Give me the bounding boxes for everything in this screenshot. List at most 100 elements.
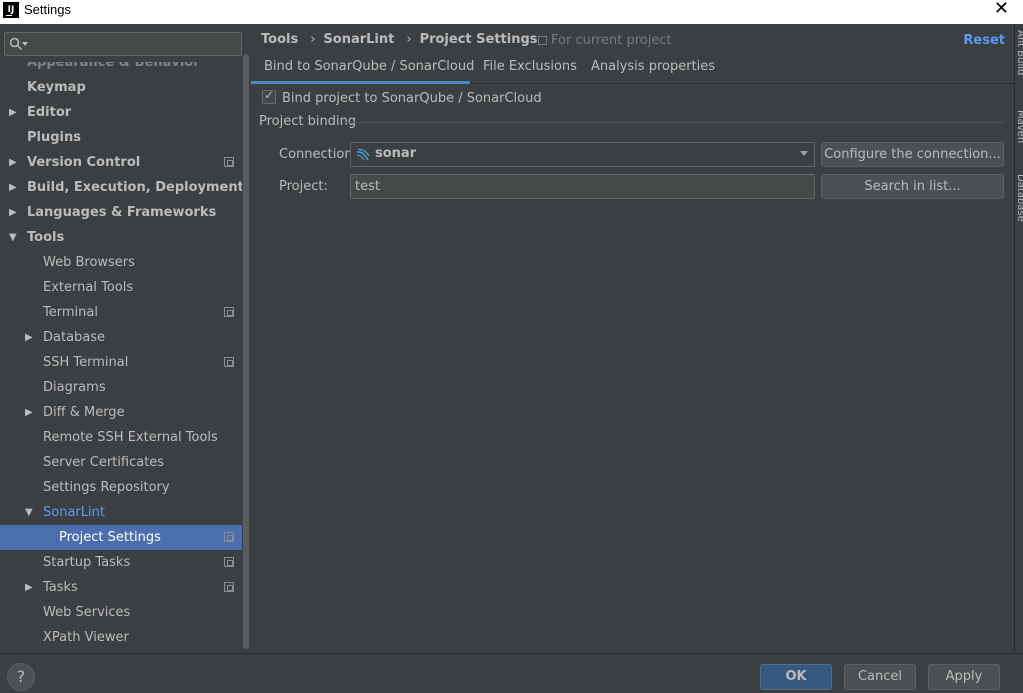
tree-item-label: Startup Tasks [43, 555, 131, 570]
project-binding-title: Project binding [259, 114, 357, 129]
bind-project-checkbox[interactable] [262, 88, 276, 104]
tree-item-version-control[interactable]: ▶ Version Control [0, 150, 242, 175]
bind-project-label: Bind project to SonarQube / SonarCloud [282, 91, 542, 106]
tree-item-sonarlint[interactable]: ▼ SonarLint [0, 500, 242, 525]
search-in-list-button[interactable]: Search in list... [821, 174, 1004, 199]
tree-item-plugins[interactable]: Plugins [0, 125, 242, 150]
tree-item-label: Appearance & Behavior [27, 62, 200, 70]
project-key-input[interactable]: test [350, 174, 815, 199]
project-scope-icon [224, 582, 234, 592]
sidebar-scrollbar[interactable] [242, 24, 250, 653]
tree-item-diff-merge[interactable]: ▶ Diff & Merge [0, 400, 242, 425]
tree-item-editor[interactable]: ▶ Editor [0, 100, 242, 125]
tree-item-diagrams[interactable]: Diagrams [0, 375, 242, 400]
connection-value: sonar [375, 146, 417, 161]
breadcrumb-separator: › [406, 32, 412, 47]
tree-item-tools[interactable]: ▼ Tools [0, 225, 242, 250]
sonarqube-icon [356, 148, 370, 161]
project-scope-icon [224, 307, 234, 317]
close-icon[interactable]: ✕ [994, 0, 1009, 18]
tree-item-build-execution-deployment[interactable]: ▶ Build, Execution, Deployment [0, 175, 242, 200]
tree-item-label: Project Settings [59, 530, 161, 545]
tree-item-web-browsers[interactable]: Web Browsers [0, 250, 242, 275]
tree-item-label: Web Services [43, 605, 131, 620]
project-scope-icon [224, 557, 234, 567]
expand-arrow-icon[interactable]: ▶ [25, 400, 33, 425]
tree-item-settings-repository[interactable]: Settings Repository [0, 475, 242, 500]
tree-item-ssh-terminal[interactable]: SSH Terminal [0, 350, 242, 375]
help-button[interactable]: ? [7, 663, 35, 691]
breadcrumb-sonarlint: SonarLint [323, 32, 395, 47]
settings-search-input[interactable] [4, 32, 242, 56]
settings-sidebar: Appearance & Behavior Keymap ▶ Editor Pl… [0, 24, 250, 653]
maven-tab[interactable]: Maven [1015, 110, 1023, 143]
tab-analysis-properties[interactable]: Analysis properties [591, 54, 715, 84]
tree-item-project-settings[interactable]: Project Settings [0, 525, 242, 550]
tree-item-label: Settings Repository [43, 480, 170, 495]
tree-item-startup-tasks[interactable]: Startup Tasks [0, 550, 242, 575]
for-current-project-note: For current project [538, 33, 672, 48]
breadcrumb-tools: Tools [261, 32, 299, 47]
project-scope-icon [224, 357, 234, 367]
configure-connection-button[interactable]: Configure the connection... [821, 142, 1004, 167]
tree-item-remote-ssh-external-tools[interactable]: Remote SSH External Tools [0, 425, 242, 450]
expand-arrow-icon[interactable]: ▶ [9, 100, 17, 125]
tree-item-label: Web Browsers [43, 255, 135, 270]
tree-item-label: Remote SSH External Tools [43, 430, 218, 445]
tree-item-appearance[interactable]: Appearance & Behavior [0, 62, 242, 75]
expand-arrow-icon[interactable]: ▶ [9, 150, 17, 175]
tree-item-server-certificates[interactable]: Server Certificates [0, 450, 242, 475]
dialog-footer: ? OK Cancel Apply [0, 653, 1023, 693]
ant-build-tab[interactable]: Ant Build [1015, 30, 1023, 75]
tree-item-label: Build, Execution, Deployment [27, 180, 242, 195]
apply-button[interactable]: Apply [928, 664, 1000, 690]
expand-arrow-icon[interactable]: ▶ [9, 175, 17, 200]
tree-item-xpath-viewer[interactable]: XPath Viewer [0, 625, 242, 650]
tab-file-exclusions[interactable]: File Exclusions [483, 54, 577, 84]
expand-arrow-icon[interactable]: ▶ [9, 200, 17, 225]
search-dropdown-icon[interactable] [22, 42, 28, 46]
tree-item-languages-frameworks[interactable]: ▶ Languages & Frameworks [0, 200, 242, 225]
tree-item-label: External Tools [43, 280, 134, 295]
expand-arrow-icon[interactable]: ▶ [25, 575, 33, 600]
tree-item-web-services[interactable]: Web Services [0, 600, 242, 625]
tree-item-external-tools[interactable]: External Tools [0, 275, 242, 300]
tab-bind-to-sonarqube[interactable]: Bind to SonarQube / SonarCloud [251, 54, 474, 84]
ok-button[interactable]: OK [760, 664, 832, 690]
project-label: Project: [279, 179, 328, 194]
tree-item-label: SSH Terminal [43, 355, 129, 370]
window-title: Settings [24, 2, 71, 17]
tree-item-label: Languages & Frameworks [27, 205, 217, 220]
tree-item-label: Tasks [43, 580, 78, 595]
tree-item-terminal[interactable]: Terminal [0, 300, 242, 325]
chevron-down-icon[interactable] [800, 151, 808, 156]
search-icon [9, 37, 23, 51]
tree-item-label: Server Certificates [43, 455, 165, 470]
bind-project-row[interactable]: Bind project to SonarQube / SonarCloud [262, 88, 542, 108]
project-scope-icon [538, 36, 547, 45]
collapse-arrow-icon[interactable]: ▼ [25, 500, 33, 525]
tree-item-label: Terminal [43, 305, 98, 320]
intellij-app-icon: IJ [3, 2, 19, 18]
connection-select[interactable]: sonar [350, 142, 815, 167]
tree-item-label: Database [43, 330, 106, 345]
sidebar-scroll-thumb[interactable] [243, 54, 249, 649]
tree-item-label: Plugins [27, 130, 81, 145]
tree-item-keymap[interactable]: Keymap [0, 75, 242, 100]
expand-arrow-icon[interactable]: ▶ [25, 325, 33, 350]
collapse-arrow-icon[interactable]: ▼ [9, 225, 17, 250]
tree-item-label: Version Control [27, 155, 141, 170]
cancel-button[interactable]: Cancel [844, 664, 916, 690]
database-tab[interactable]: Database [1015, 174, 1023, 222]
tab-bar: Bind to SonarQube / SonarCloud File Excl… [251, 54, 1014, 84]
breadcrumb: Tools › SonarLint › Project Settings [261, 32, 542, 50]
tree-item-label: Keymap [27, 80, 86, 95]
section-divider [343, 122, 1004, 123]
tree-item-database[interactable]: ▶ Database [0, 325, 242, 350]
for-current-project-label: For current project [551, 33, 672, 48]
tree-item-label: Diagrams [43, 380, 106, 395]
tree-item-tasks[interactable]: ▶ Tasks [0, 575, 242, 600]
title-bar: IJ Settings ✕ [0, 0, 1023, 24]
settings-content: Tools › SonarLint › Project Settings For cur… [251, 24, 1014, 653]
reset-link[interactable]: Reset [963, 33, 1005, 48]
